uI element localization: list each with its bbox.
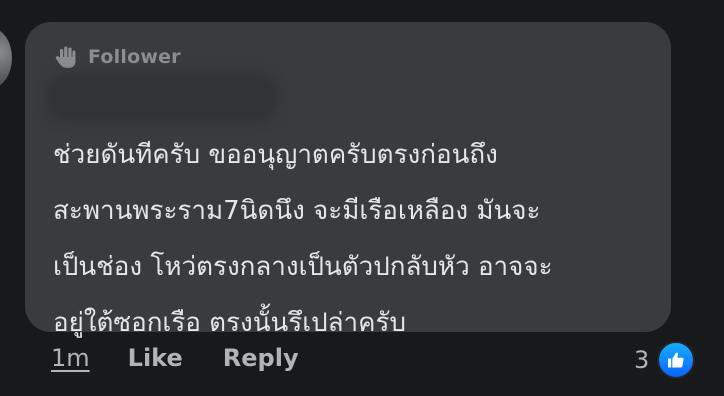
- comment-actions: 1m Like Reply: [51, 344, 299, 372]
- comment-line: อยู่ใต้ซอกเรือ ตรงนั้นรึเปล่าครับ: [53, 308, 407, 338]
- like-button[interactable]: Like: [128, 344, 183, 372]
- reply-button[interactable]: Reply: [223, 344, 299, 372]
- comment-text: ช่วยดันทีครับ ขออนุญาตครับตรงก่อนถึง สะพ…: [53, 127, 653, 351]
- follower-badge: Follower: [54, 44, 181, 70]
- reaction-summary[interactable]: 3: [634, 341, 696, 379]
- commenter-avatar[interactable]: [0, 28, 12, 88]
- timestamp-link[interactable]: 1m: [51, 344, 90, 372]
- waving-hand-icon: [55, 46, 76, 68]
- comment-line: สะพานพระราม7นิดนึง จะมีเรือเหลือง มันจะ: [53, 196, 541, 226]
- comment-bubble: Follower ช่วยดันทีครับ ขออนุญาตครับตรงก่…: [25, 22, 671, 338]
- badge-label: Follower: [88, 46, 181, 68]
- comment-line: เป็นช่อง โหว่ตรงกลางเป็นตัวปกลับหัว อาจจ…: [53, 252, 553, 282]
- reaction-count: 3: [634, 346, 650, 374]
- thumbs-up-icon: [657, 341, 696, 379]
- author-name-redacted[interactable]: [53, 80, 271, 116]
- comment-line: ช่วยดันทีครับ ขออนุญาตครับตรงก่อนถึง: [53, 140, 498, 170]
